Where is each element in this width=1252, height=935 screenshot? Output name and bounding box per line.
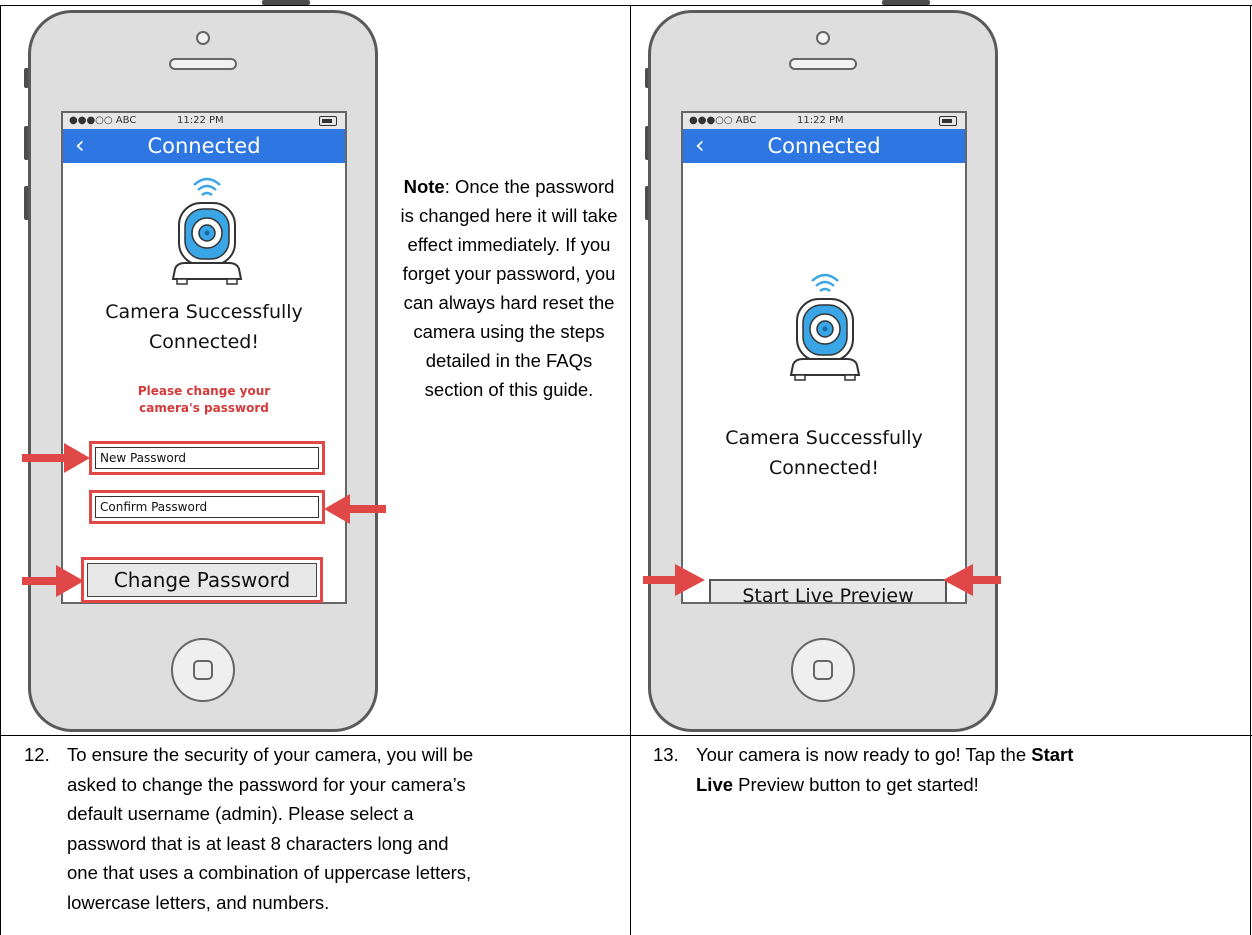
clock-label: 11:22 PM (177, 115, 224, 126)
phone-frame-right: ●●●○○ ABC 11:22 PM ‹ Connected Camera Su… (648, 10, 998, 732)
arrow-left-icon (943, 564, 1001, 596)
table-border-top (0, 5, 1252, 6)
step-line-text: Your camera is now ready to go! Tap the (696, 744, 1032, 765)
change-password-button[interactable]: Change Password (87, 563, 317, 597)
step-line: asked to change the password for your ca… (67, 773, 466, 795)
table-border-left (0, 5, 1, 935)
start-keyword: Start (1031, 744, 1074, 765)
clock-label: 11:22 PM (797, 115, 844, 126)
carrier-label: ●●●○○ ABC (689, 115, 757, 126)
change-password-highlight: Change Password (81, 557, 323, 603)
table-border-right (1250, 5, 1251, 935)
note-label: Note (403, 176, 445, 197)
phone-top-button (262, 0, 310, 5)
arrow-right-icon (22, 565, 84, 597)
step-line: Your camera is now ready to go! Tap the … (696, 740, 1073, 770)
status-bar: ●●●○○ ABC 11:22 PM (683, 113, 965, 129)
home-button[interactable] (791, 638, 855, 702)
camera-icon (171, 177, 243, 285)
nav-bar: ‹ Connected (63, 129, 345, 163)
confirm-password-highlight (89, 490, 325, 524)
battery-icon (319, 116, 337, 126)
status-bar: ●●●○○ ABC 11:22 PM (63, 113, 345, 129)
camera-icon (789, 273, 861, 381)
front-camera-icon (816, 31, 830, 45)
front-camera-icon (196, 31, 210, 45)
success-line-1: Camera Successfully (105, 301, 303, 323)
home-button[interactable] (171, 638, 235, 702)
arrow-right-icon (643, 564, 705, 596)
new-password-field[interactable] (95, 447, 319, 469)
step-number: 13. (653, 744, 679, 765)
start-live-preview-button[interactable]: Start Live Preview (709, 579, 947, 602)
home-square-icon (813, 660, 833, 680)
note-text: : Once the password is changed here it w… (400, 176, 618, 400)
live-keyword: Live (696, 773, 734, 795)
success-line-1: Camera Successfully (725, 427, 923, 449)
nav-bar: ‹ Connected (683, 129, 965, 163)
battery-icon (939, 116, 957, 126)
carrier-label: ●●●○○ ABC (69, 115, 137, 126)
note-paragraph: Note: Once the password is changed here … (398, 172, 620, 404)
step-line: one that uses a combination of uppercase… (67, 862, 472, 883)
nav-title: Connected (767, 134, 881, 158)
table-row-divider (0, 735, 1252, 736)
nav-title: Connected (147, 134, 261, 158)
speaker-grille (169, 58, 237, 70)
success-line-2: Connected! (769, 457, 879, 479)
phone-screen-left: ●●●○○ ABC 11:22 PM ‹ Connected Camera Su… (61, 111, 347, 604)
step-line: password that is at least 8 characters l… (67, 832, 449, 854)
speaker-grille (789, 58, 857, 70)
phone-screen-right: ●●●○○ ABC 11:22 PM ‹ Connected Camera Su… (681, 111, 967, 604)
new-password-highlight (89, 441, 325, 475)
arrow-right-icon (22, 443, 90, 473)
password-prompt-line-2: camera's password (139, 401, 269, 415)
step-line-text: Preview button to get started! (733, 773, 979, 795)
table-border-mid (630, 5, 631, 935)
phone-top-button (882, 0, 930, 5)
step-text: Your camera is now ready to go! Tap the … (696, 740, 1073, 799)
home-square-icon (193, 660, 213, 680)
phone-frame-left: ●●●○○ ABC 11:22 PM ‹ Connected Camera Su… (28, 10, 378, 732)
password-prompt-line-1: Please change your (137, 384, 271, 398)
step-line: default username (admin). Please select … (67, 803, 414, 824)
step-number: 12. (24, 744, 50, 765)
step-text: To ensure the security of your camera, y… (67, 740, 473, 917)
step-line: Live Preview button to get started! (696, 770, 1073, 800)
arrow-left-icon (324, 494, 386, 524)
confirm-password-field[interactable] (95, 496, 319, 518)
step-line: To ensure the security of your camera, y… (67, 744, 474, 765)
success-line-2: Connected! (149, 331, 259, 353)
step-line: lowercase letters, and numbers. (67, 891, 330, 913)
